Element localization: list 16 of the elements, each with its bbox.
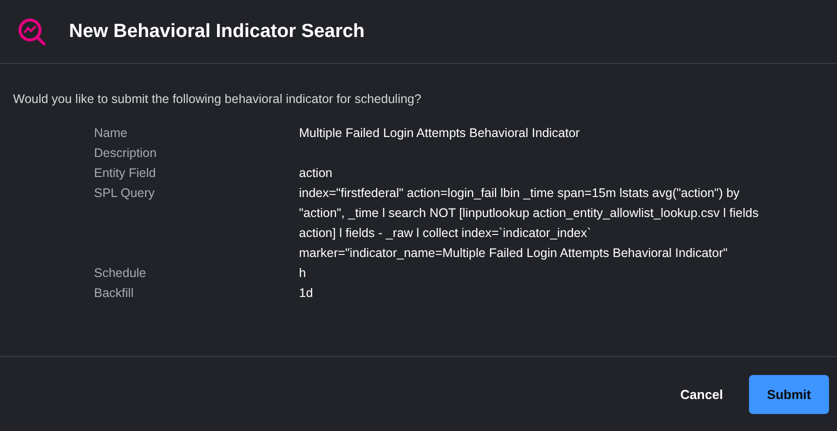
detail-value: h: [299, 265, 307, 282]
dialog-title: New Behavioral Indicator Search: [69, 20, 365, 42]
confirmation-prompt: Would you like to submit the following behavioral indicator for scheduling?: [13, 92, 422, 106]
detail-value: index="firstfederal" action=login_fail lbin _time span=15m lstats avg("action") by "action", _time l search NOT [linputlookup action_entity_allowlist_lookup.csv l fields action] l fields - _raw l collect index=`indicator_index` marker="indicator_name=Multiple Failed Login Attempts Behavioral Indicator": [299, 185, 759, 262]
detail-value: action: [299, 165, 334, 182]
search-icon: [17, 16, 47, 46]
detail-value: Multiple Failed Login Attempts Behavioral Indicator: [299, 125, 581, 142]
detail-label: Backfill: [94, 285, 135, 302]
cancel-button[interactable]: Cancel: [662, 374, 741, 414]
detail-value: 1d: [299, 285, 314, 302]
detail-label: Entity Field: [94, 165, 157, 182]
detail-label: Description: [94, 145, 158, 162]
detail-label: Name: [94, 125, 128, 142]
submit-button[interactable]: Submit: [748, 374, 829, 414]
detail-label: Schedule: [94, 265, 148, 282]
detail-label: SPL Query: [94, 185, 156, 202]
